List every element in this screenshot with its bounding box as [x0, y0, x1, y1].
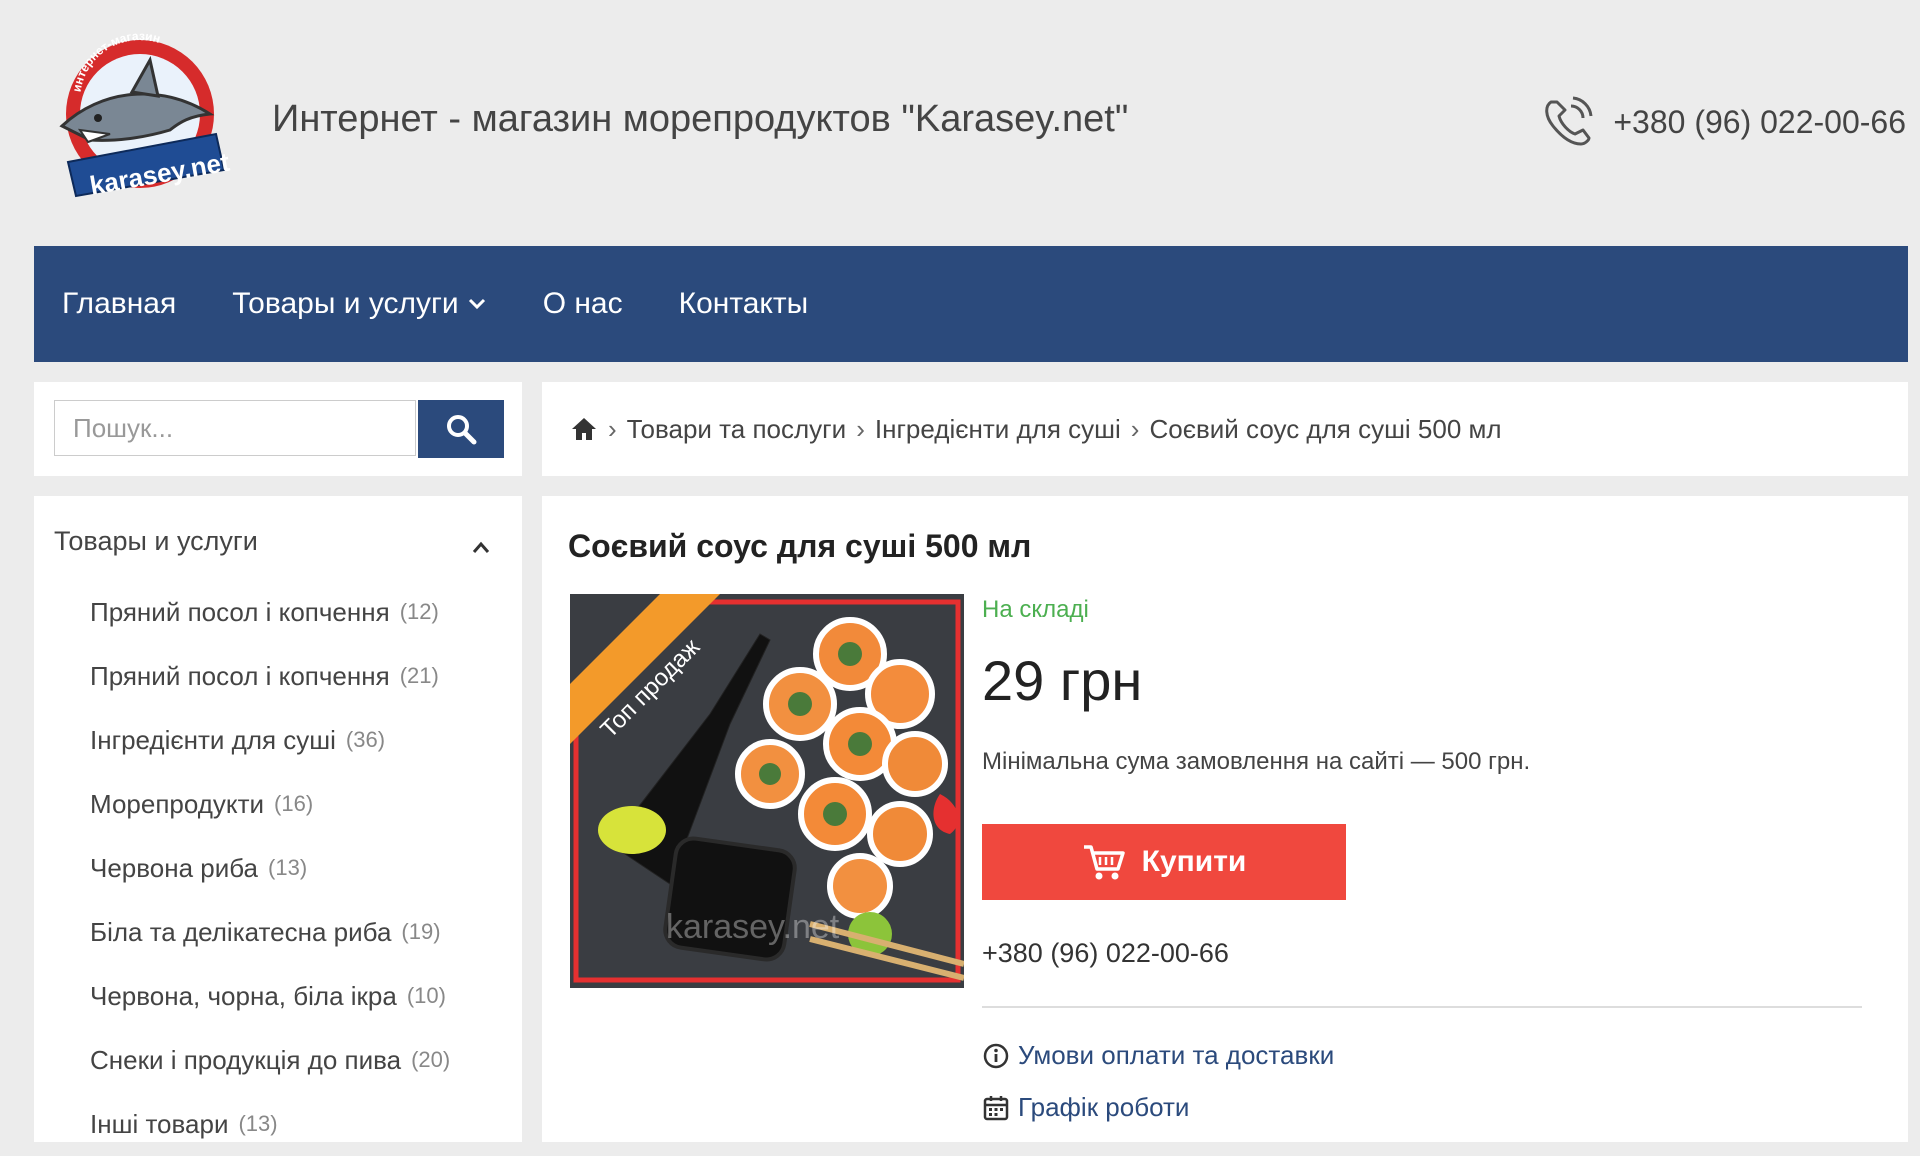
- category-item[interactable]: Біла та делікатесна риба (19): [90, 900, 450, 964]
- stock-status: На складі: [982, 596, 1089, 623]
- svg-text:karasey.net: karasey.net: [666, 908, 840, 946]
- home-icon[interactable]: [570, 416, 598, 442]
- product-price: 29 грн: [982, 649, 1143, 712]
- chevron-up-icon[interactable]: [468, 538, 494, 556]
- nav-contacts[interactable]: Контакты: [679, 287, 809, 321]
- breadcrumb-current: Соєвий соус для суші 500 мл: [1149, 413, 1502, 444]
- site-logo[interactable]: интернет-магазин karasey.net: [40, 29, 240, 206]
- category-item[interactable]: Червона риба (13): [90, 836, 450, 900]
- nav-home[interactable]: Главная: [62, 287, 176, 321]
- chevron-down-icon: [468, 298, 485, 310]
- category-item[interactable]: Снеки і продукція до пива (20): [90, 1028, 450, 1092]
- category-item[interactable]: Морепродукти (16): [90, 772, 450, 836]
- nav-about[interactable]: О нас: [543, 287, 623, 321]
- category-title: Товары и услуги: [54, 526, 258, 556]
- category-item[interactable]: Інші товари (13): [90, 1092, 450, 1156]
- breadcrumb-products[interactable]: Товари та послуги: [627, 414, 847, 445]
- buy-button[interactable]: Купити: [982, 824, 1346, 900]
- calendar-icon: [983, 1095, 1009, 1120]
- search-icon: [447, 415, 477, 445]
- search-input[interactable]: [54, 400, 416, 456]
- product-card: Соєвий соус для суші 500 мл Топ продаж k…: [542, 496, 1908, 1142]
- category-sidebar: Товары и услуги Пряний посол і копчення(…: [34, 496, 522, 1142]
- category-item[interactable]: Пряний посол і копчення (12): [90, 580, 450, 644]
- divider: [982, 1006, 1862, 1008]
- header-phone-number: +380 (96) 022-00-66: [1613, 103, 1906, 140]
- phone-icon: [1545, 96, 1593, 146]
- min-order-note: Мінімальна сума замовлення на сайті — 50…: [982, 748, 1531, 775]
- work-schedule-link[interactable]: Графік роботи: [982, 1092, 1189, 1123]
- category-item[interactable]: Інгредієнти для суші (36): [90, 708, 450, 772]
- breadcrumb-sushi-ingredients[interactable]: Інгредієнти для суші: [875, 414, 1121, 445]
- cart-icon: [1083, 845, 1125, 880]
- category-item[interactable]: Червона, чорна, біла ікра (10): [90, 964, 450, 1028]
- delivery-terms-link[interactable]: Умови оплати та доставки: [982, 1040, 1334, 1071]
- site-title: Интернет - магазин морепродуктов "Karase…: [272, 98, 1129, 140]
- main-nav: Главная Товары и услуги О нас Контакты: [34, 246, 1908, 362]
- product-image[interactable]: Топ продаж karasey.net: [570, 594, 964, 988]
- info-icon: [983, 1043, 1009, 1068]
- breadcrumb: › Товари та послуги › Інгредієнти для су…: [542, 382, 1908, 476]
- search-button[interactable]: [418, 400, 504, 458]
- nav-products[interactable]: Товары и услуги: [232, 287, 487, 321]
- search-box: [34, 382, 522, 476]
- header-phone[interactable]: +380 (96) 022-00-66: [1537, 92, 1906, 152]
- product-title: Соєвий соус для суші 500 мл: [568, 528, 1032, 564]
- product-phone[interactable]: +380 (96) 022-00-66: [982, 938, 1229, 969]
- category-item[interactable]: Пряний посол і копчення (21): [90, 644, 450, 708]
